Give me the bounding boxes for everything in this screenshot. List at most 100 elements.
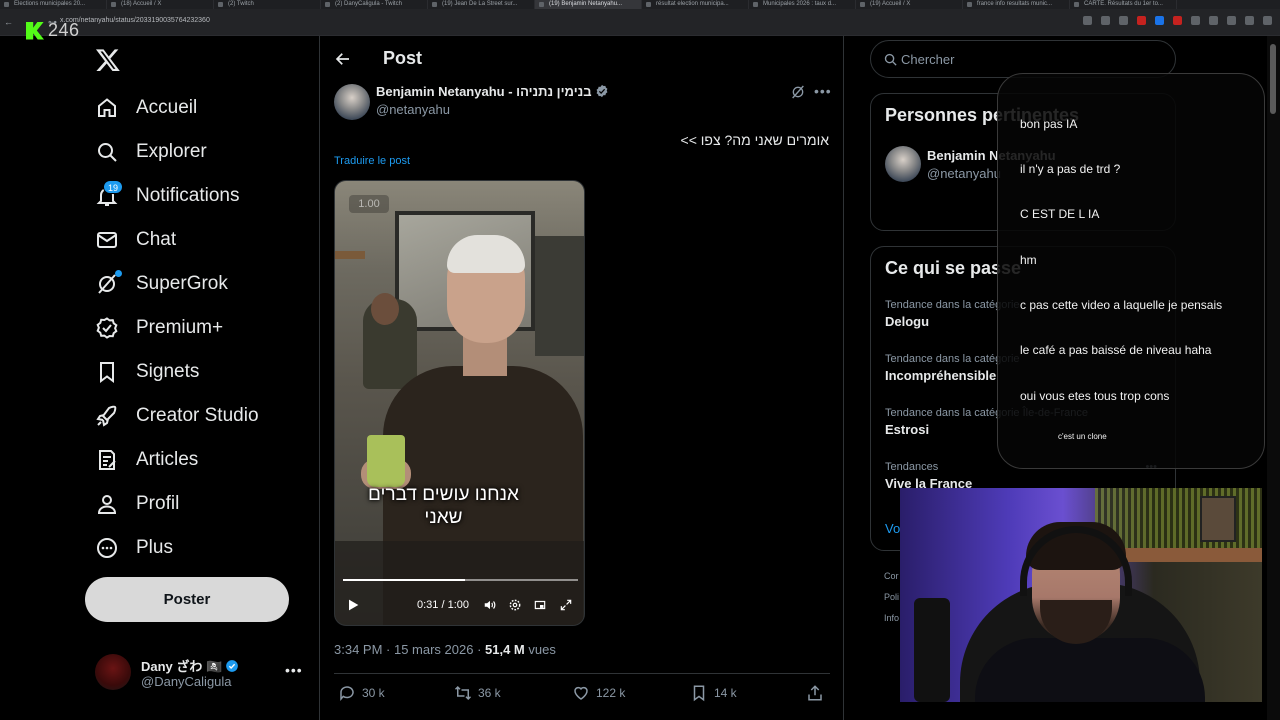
zoom-icon[interactable] xyxy=(1083,16,1092,25)
sidebar-item-signets[interactable]: Signets xyxy=(85,350,305,394)
screen: Elections municipales 20... (18) Accueil… xyxy=(0,0,1280,720)
footer-link[interactable]: Cor xyxy=(884,571,899,581)
sidebar-item-explorer[interactable]: Explorer xyxy=(85,130,305,174)
video-frame-shelf xyxy=(335,251,365,259)
browser-tab[interactable]: (2) DanyCaligula - Twitch xyxy=(321,0,428,9)
sidebar-item-label: Chat xyxy=(136,229,177,250)
play-icon[interactable] xyxy=(345,597,361,613)
search-input[interactable] xyxy=(901,50,1161,68)
video-frame-hair xyxy=(447,235,525,273)
sidebar-item-plus[interactable]: Plus xyxy=(85,526,305,570)
profile-icon[interactable] xyxy=(1245,16,1254,25)
sidebar-item-label: SuperGrok xyxy=(136,273,228,294)
author-name[interactable]: Benjamin Netanyahu - בנימין נתניהו xyxy=(376,84,609,99)
sidebar-item-premium[interactable]: Premium+ xyxy=(85,306,305,350)
chat-message: oui vous etes tous trop cons xyxy=(1020,389,1170,403)
account-switcher[interactable]: Dany ざわ 🏴‍☠️ @DanyCaligula ••• xyxy=(95,654,305,694)
fullscreen-icon[interactable] xyxy=(559,598,573,612)
scrollbar-thumb[interactable] xyxy=(1270,44,1276,114)
verified-icon xyxy=(226,660,239,672)
video-progress-bar[interactable] xyxy=(343,579,578,581)
browser-tab[interactable]: Elections municipales 20... xyxy=(0,0,107,9)
sidebar-item-accueil[interactable]: Accueil xyxy=(85,86,305,130)
url-field[interactable]: x.com/netanyahu/status/20331900357642323… xyxy=(60,17,1060,24)
search-icon xyxy=(884,53,897,66)
browser-back-icon[interactable]: ← xyxy=(4,17,13,27)
mail-icon xyxy=(95,228,119,252)
sidebar-item-label: Signets xyxy=(136,361,200,382)
sidebar-item-profil[interactable]: Profil xyxy=(85,482,305,526)
video-frame-coffee-cup xyxy=(367,435,405,487)
sidebar-item-articles[interactable]: Articles xyxy=(85,438,305,482)
download-icon[interactable] xyxy=(1227,16,1236,25)
chat-message: le café a pas baissé de niveau haha xyxy=(1020,343,1212,357)
browser-tab[interactable]: (19) Accueil / X xyxy=(856,0,963,9)
author-handle[interactable]: @netanyahu xyxy=(376,102,450,117)
heart-icon xyxy=(574,686,588,700)
post-timestamp: 3:34 PM · 15 mars 2026 · 51,4 M vues xyxy=(334,642,556,657)
chat-message: c'est un clone xyxy=(1058,432,1107,441)
sidebar-item-supergrok[interactable]: SuperGrok xyxy=(85,262,305,306)
post-more-icon[interactable]: ••• xyxy=(814,83,832,99)
article-icon xyxy=(95,448,119,472)
post-actions: 30 k 36 k 122 k 14 k xyxy=(334,684,830,706)
bookmark-icon xyxy=(693,685,705,702)
star-icon[interactable] xyxy=(1119,16,1128,25)
footer-link[interactable]: Info xyxy=(884,613,899,623)
author-avatar[interactable] xyxy=(334,84,370,120)
bookmark-count: 14 k xyxy=(714,686,737,700)
chat-message: c pas cette video a laquelle je pensais xyxy=(1020,298,1223,312)
browser-tab[interactable]: (19) Jean De La Street sur... xyxy=(428,0,535,9)
extension-icon[interactable] xyxy=(1155,16,1164,25)
extension-icon[interactable] xyxy=(1191,16,1200,25)
browser-tab[interactable]: CARTE. Résultats du 1er to... xyxy=(1070,0,1177,9)
browser-menu-icon[interactable] xyxy=(1263,16,1272,25)
sidebar-item-notifications[interactable]: 19 Notifications xyxy=(85,174,305,218)
back-arrow-icon[interactable] xyxy=(334,50,352,68)
more-options-icon[interactable]: ••• xyxy=(285,662,303,678)
like-button[interactable]: 122 k xyxy=(572,684,625,702)
repost-button[interactable]: 36 k xyxy=(454,684,501,702)
sidebar-item-label: Accueil xyxy=(136,97,198,118)
translate-post-link[interactable]: Traduire le post xyxy=(334,155,410,167)
page-scrollbar[interactable] xyxy=(1267,36,1280,720)
webcam-overlay xyxy=(900,488,1262,702)
address-bar: ← ⊶ x.com/netanyahu/status/2033190035764… xyxy=(0,9,1280,36)
extensions-puzzle-icon[interactable] xyxy=(1209,16,1218,25)
grok-icon[interactable] xyxy=(790,84,806,100)
browser-tab[interactable]: Municipales 2026 : taux d... xyxy=(749,0,856,9)
post-button[interactable]: Poster xyxy=(85,577,289,622)
video-player[interactable]: 1.00 אנחנו עושים דברים שאני 0:31 / 1:00 xyxy=(334,180,585,626)
account-name: Dany ざわ 🏴‍☠️ xyxy=(141,656,239,675)
volume-icon[interactable] xyxy=(483,598,497,612)
reply-count: 30 k xyxy=(362,686,385,700)
relevant-person-handle[interactable]: @netanyahu xyxy=(927,166,1001,181)
video-controls: 0:31 / 1:00 xyxy=(335,591,584,621)
reply-button[interactable]: 30 k xyxy=(338,684,385,702)
extension-icon[interactable] xyxy=(1137,16,1146,25)
divider xyxy=(334,673,830,674)
chat-message: hm xyxy=(1020,253,1037,267)
browser-tab[interactable]: résultat election municipa... xyxy=(642,0,749,9)
sidebar-item-label: Creator Studio xyxy=(136,405,259,426)
browser-tab[interactable]: france info resultats munic... xyxy=(963,0,1070,9)
share-button[interactable] xyxy=(806,684,824,702)
picture-in-picture-icon[interactable] xyxy=(533,598,547,612)
avatar[interactable] xyxy=(885,146,921,182)
settings-gear-icon[interactable] xyxy=(508,598,522,612)
browser-tab[interactable]: (2) Twitch xyxy=(214,0,321,9)
browser-tab-active[interactable]: (19) Benjamin Netanyahu... xyxy=(535,0,642,9)
sidebar-nav: Accueil Explorer 19 Notifications Chat S… xyxy=(85,86,305,570)
new-indicator-dot xyxy=(115,270,122,277)
bookmark-button[interactable]: 14 k xyxy=(690,684,737,702)
post-text: אומרים שאני מה? צפו >> xyxy=(680,132,829,148)
x-logo-icon[interactable] xyxy=(95,47,121,73)
browser-tab[interactable]: (18) Accueil / X xyxy=(107,0,214,9)
sidebar-item-chat[interactable]: Chat xyxy=(85,218,305,262)
avatar xyxy=(95,654,131,690)
sidebar-item-creator-studio[interactable]: Creator Studio xyxy=(85,394,305,438)
cast-icon[interactable] xyxy=(1101,16,1110,25)
extension-icon[interactable] xyxy=(1173,16,1182,25)
footer-link[interactable]: Poli xyxy=(884,592,899,602)
sidebar-item-label: Explorer xyxy=(136,141,207,162)
